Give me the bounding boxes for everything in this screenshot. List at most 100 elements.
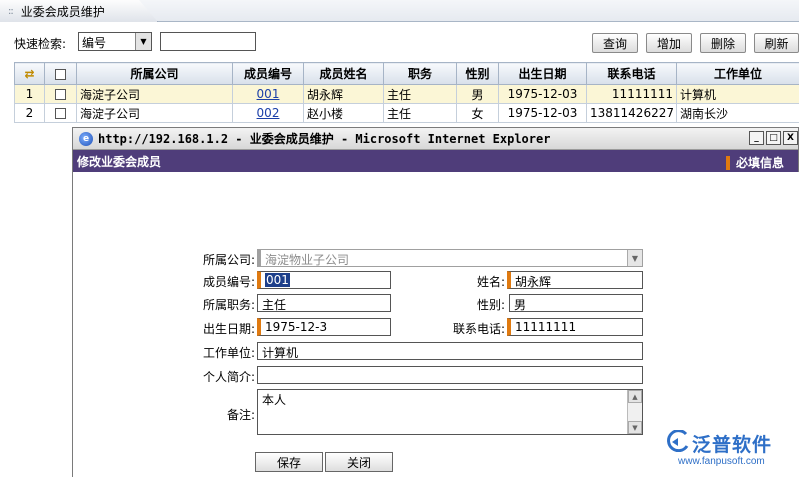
scroll-up-icon[interactable]: ▲ <box>628 390 642 403</box>
tab-member-maintenance[interactable]: :: 业委会成员维护 <box>0 0 158 22</box>
search-input[interactable] <box>160 32 256 51</box>
position-field[interactable]: 主任 <box>257 294 391 312</box>
remark-value: 本人 <box>262 393 286 407</box>
cell-member-no[interactable]: 001 <box>233 85 304 104</box>
cell-birth-date: 1975-12-03 <box>499 104 587 123</box>
column-header-work-unit[interactable]: 工作单位 <box>677 63 799 85</box>
tab-label: 业委会成员维护 <box>21 3 105 20</box>
remark-scrollbar[interactable]: ▲ ▼ <box>627 390 642 434</box>
cell-name: 胡永辉 <box>304 85 384 104</box>
window-controls: _ □ X <box>749 131 798 145</box>
cell-position: 主任 <box>384 104 457 123</box>
select-all-checkbox[interactable] <box>55 69 66 80</box>
cell-member-no[interactable]: 002 <box>233 104 304 123</box>
required-legend: 必填信息 <box>726 154 784 171</box>
dialog-title: 修改业委会成员 <box>77 153 161 170</box>
close-button[interactable]: 关闭 <box>325 452 393 472</box>
chevron-down-icon[interactable]: ▼ <box>627 250 642 266</box>
birth-date-field[interactable]: 1975-12-3 <box>257 318 391 336</box>
column-header-birth-date[interactable]: 出生日期 <box>499 63 587 85</box>
maximize-button[interactable]: □ <box>766 131 781 145</box>
scroll-down-icon[interactable]: ▼ <box>628 421 642 434</box>
column-header-name[interactable]: 成员姓名 <box>304 63 384 85</box>
phone-value: 11111111 <box>515 320 576 334</box>
row-checkbox[interactable] <box>55 108 66 119</box>
name-value: 胡永辉 <box>515 275 551 289</box>
quick-search-label: 快速检索: <box>14 35 66 52</box>
cell-position: 主任 <box>384 85 457 104</box>
row-checkbox-cell[interactable] <box>45 104 77 123</box>
member-no-link[interactable]: 001 <box>257 87 280 101</box>
table-row[interactable]: 1 海淀子公司 001 胡永辉 主任 男 1975-12-03 11111111… <box>15 85 799 104</box>
bio-label: 个人简介: <box>173 368 255 385</box>
work-unit-field[interactable]: 计算机 <box>257 342 643 360</box>
gender-value: 男 <box>514 298 526 312</box>
member-no-value: 001 <box>265 273 290 287</box>
save-button[interactable]: 保存 <box>255 452 323 472</box>
column-header-company[interactable]: 所属公司 <box>77 63 233 85</box>
sort-column-header[interactable]: ⇄ <box>15 63 45 85</box>
select-all-header[interactable] <box>45 63 77 85</box>
close-window-button[interactable]: X <box>783 131 798 145</box>
query-button[interactable]: 查询 <box>592 33 638 53</box>
column-header-position[interactable]: 职务 <box>384 63 457 85</box>
position-label: 所属职务: <box>173 296 255 313</box>
gender-field[interactable]: 男 <box>509 294 643 312</box>
member-no-link[interactable]: 002 <box>257 106 280 120</box>
cell-phone: 13811426227 <box>587 104 677 123</box>
fanpu-logo-icon <box>666 430 690 452</box>
cell-company: 海淀子公司 <box>77 104 233 123</box>
work-unit-value: 计算机 <box>262 346 298 360</box>
search-field-value: 编号 <box>82 36 106 50</box>
refresh-button[interactable]: 刷新 <box>754 33 799 53</box>
column-header-member-no[interactable]: 成员编号 <box>233 63 304 85</box>
phone-label: 联系电话: <box>419 320 505 337</box>
required-legend-label: 必填信息 <box>736 154 784 171</box>
cell-gender: 女 <box>457 104 499 123</box>
watermark-brand: 泛普软件 <box>692 430 772 457</box>
birth-date-label: 出生日期: <box>173 320 255 337</box>
table-row[interactable]: 2 海淀子公司 002 赵小楼 主任 女 1975-12-03 13811426… <box>15 104 799 123</box>
bio-field[interactable] <box>257 366 643 384</box>
delete-button[interactable]: 删除 <box>700 33 746 53</box>
remark-label: 备注: <box>173 406 255 423</box>
company-value: 海淀物业子公司 <box>265 253 349 267</box>
required-marker-icon <box>726 156 730 170</box>
company-label: 所属公司: <box>173 251 255 268</box>
chevron-down-icon[interactable]: ▼ <box>135 33 151 50</box>
member-grid: ⇄ 所属公司 成员编号 成员姓名 职务 性别 出生日期 联系电话 工作单位 1 … <box>14 62 799 123</box>
tab-grip-icon: :: <box>8 6 13 17</box>
name-field[interactable]: 胡永辉 <box>507 271 643 289</box>
member-no-label: 成员编号: <box>173 273 255 290</box>
cell-name: 赵小楼 <box>304 104 384 123</box>
work-unit-label: 工作单位: <box>173 344 255 361</box>
row-index: 1 <box>15 85 45 104</box>
column-header-phone[interactable]: 联系电话 <box>587 63 677 85</box>
watermark-url: www.fanpusoft.com <box>678 456 765 467</box>
cell-birth-date: 1975-12-03 <box>499 85 587 104</box>
company-select[interactable]: 海淀物业子公司 ▼ <box>257 249 643 267</box>
member-no-field[interactable]: 001 <box>257 271 391 289</box>
ie-logo-icon: e <box>79 132 93 146</box>
tab-bar: :: 业委会成员维护 <box>0 0 799 22</box>
window-title-bar[interactable]: e http://192.168.1.2 - 业委会成员维护 - Microso… <box>73 128 798 150</box>
row-checkbox-cell[interactable] <box>45 85 77 104</box>
remark-textarea[interactable]: 本人 ▲ ▼ <box>257 389 643 435</box>
row-index: 2 <box>15 104 45 123</box>
cell-company: 海淀子公司 <box>77 85 233 104</box>
column-header-gender[interactable]: 性别 <box>457 63 499 85</box>
search-toolbar: 快速检索: 编号 ▼ 查询 增加 删除 刷新 <box>0 31 799 55</box>
window-title: http://192.168.1.2 - 业委会成员维护 - Microsoft… <box>98 130 550 147</box>
gender-label: 性别: <box>419 296 505 313</box>
sort-icon: ⇄ <box>24 67 34 81</box>
phone-field[interactable]: 11111111 <box>507 318 643 336</box>
cell-phone: 11111111 <box>587 85 677 104</box>
cell-work-unit: 湖南长沙 <box>677 104 799 123</box>
watermark: 泛普软件 www.fanpusoft.com <box>666 430 796 470</box>
search-field-select[interactable]: 编号 ▼ <box>78 32 152 51</box>
row-checkbox[interactable] <box>55 89 66 100</box>
minimize-button[interactable]: _ <box>749 131 764 145</box>
add-button[interactable]: 增加 <box>646 33 692 53</box>
cell-gender: 男 <box>457 85 499 104</box>
position-value: 主任 <box>262 298 286 312</box>
